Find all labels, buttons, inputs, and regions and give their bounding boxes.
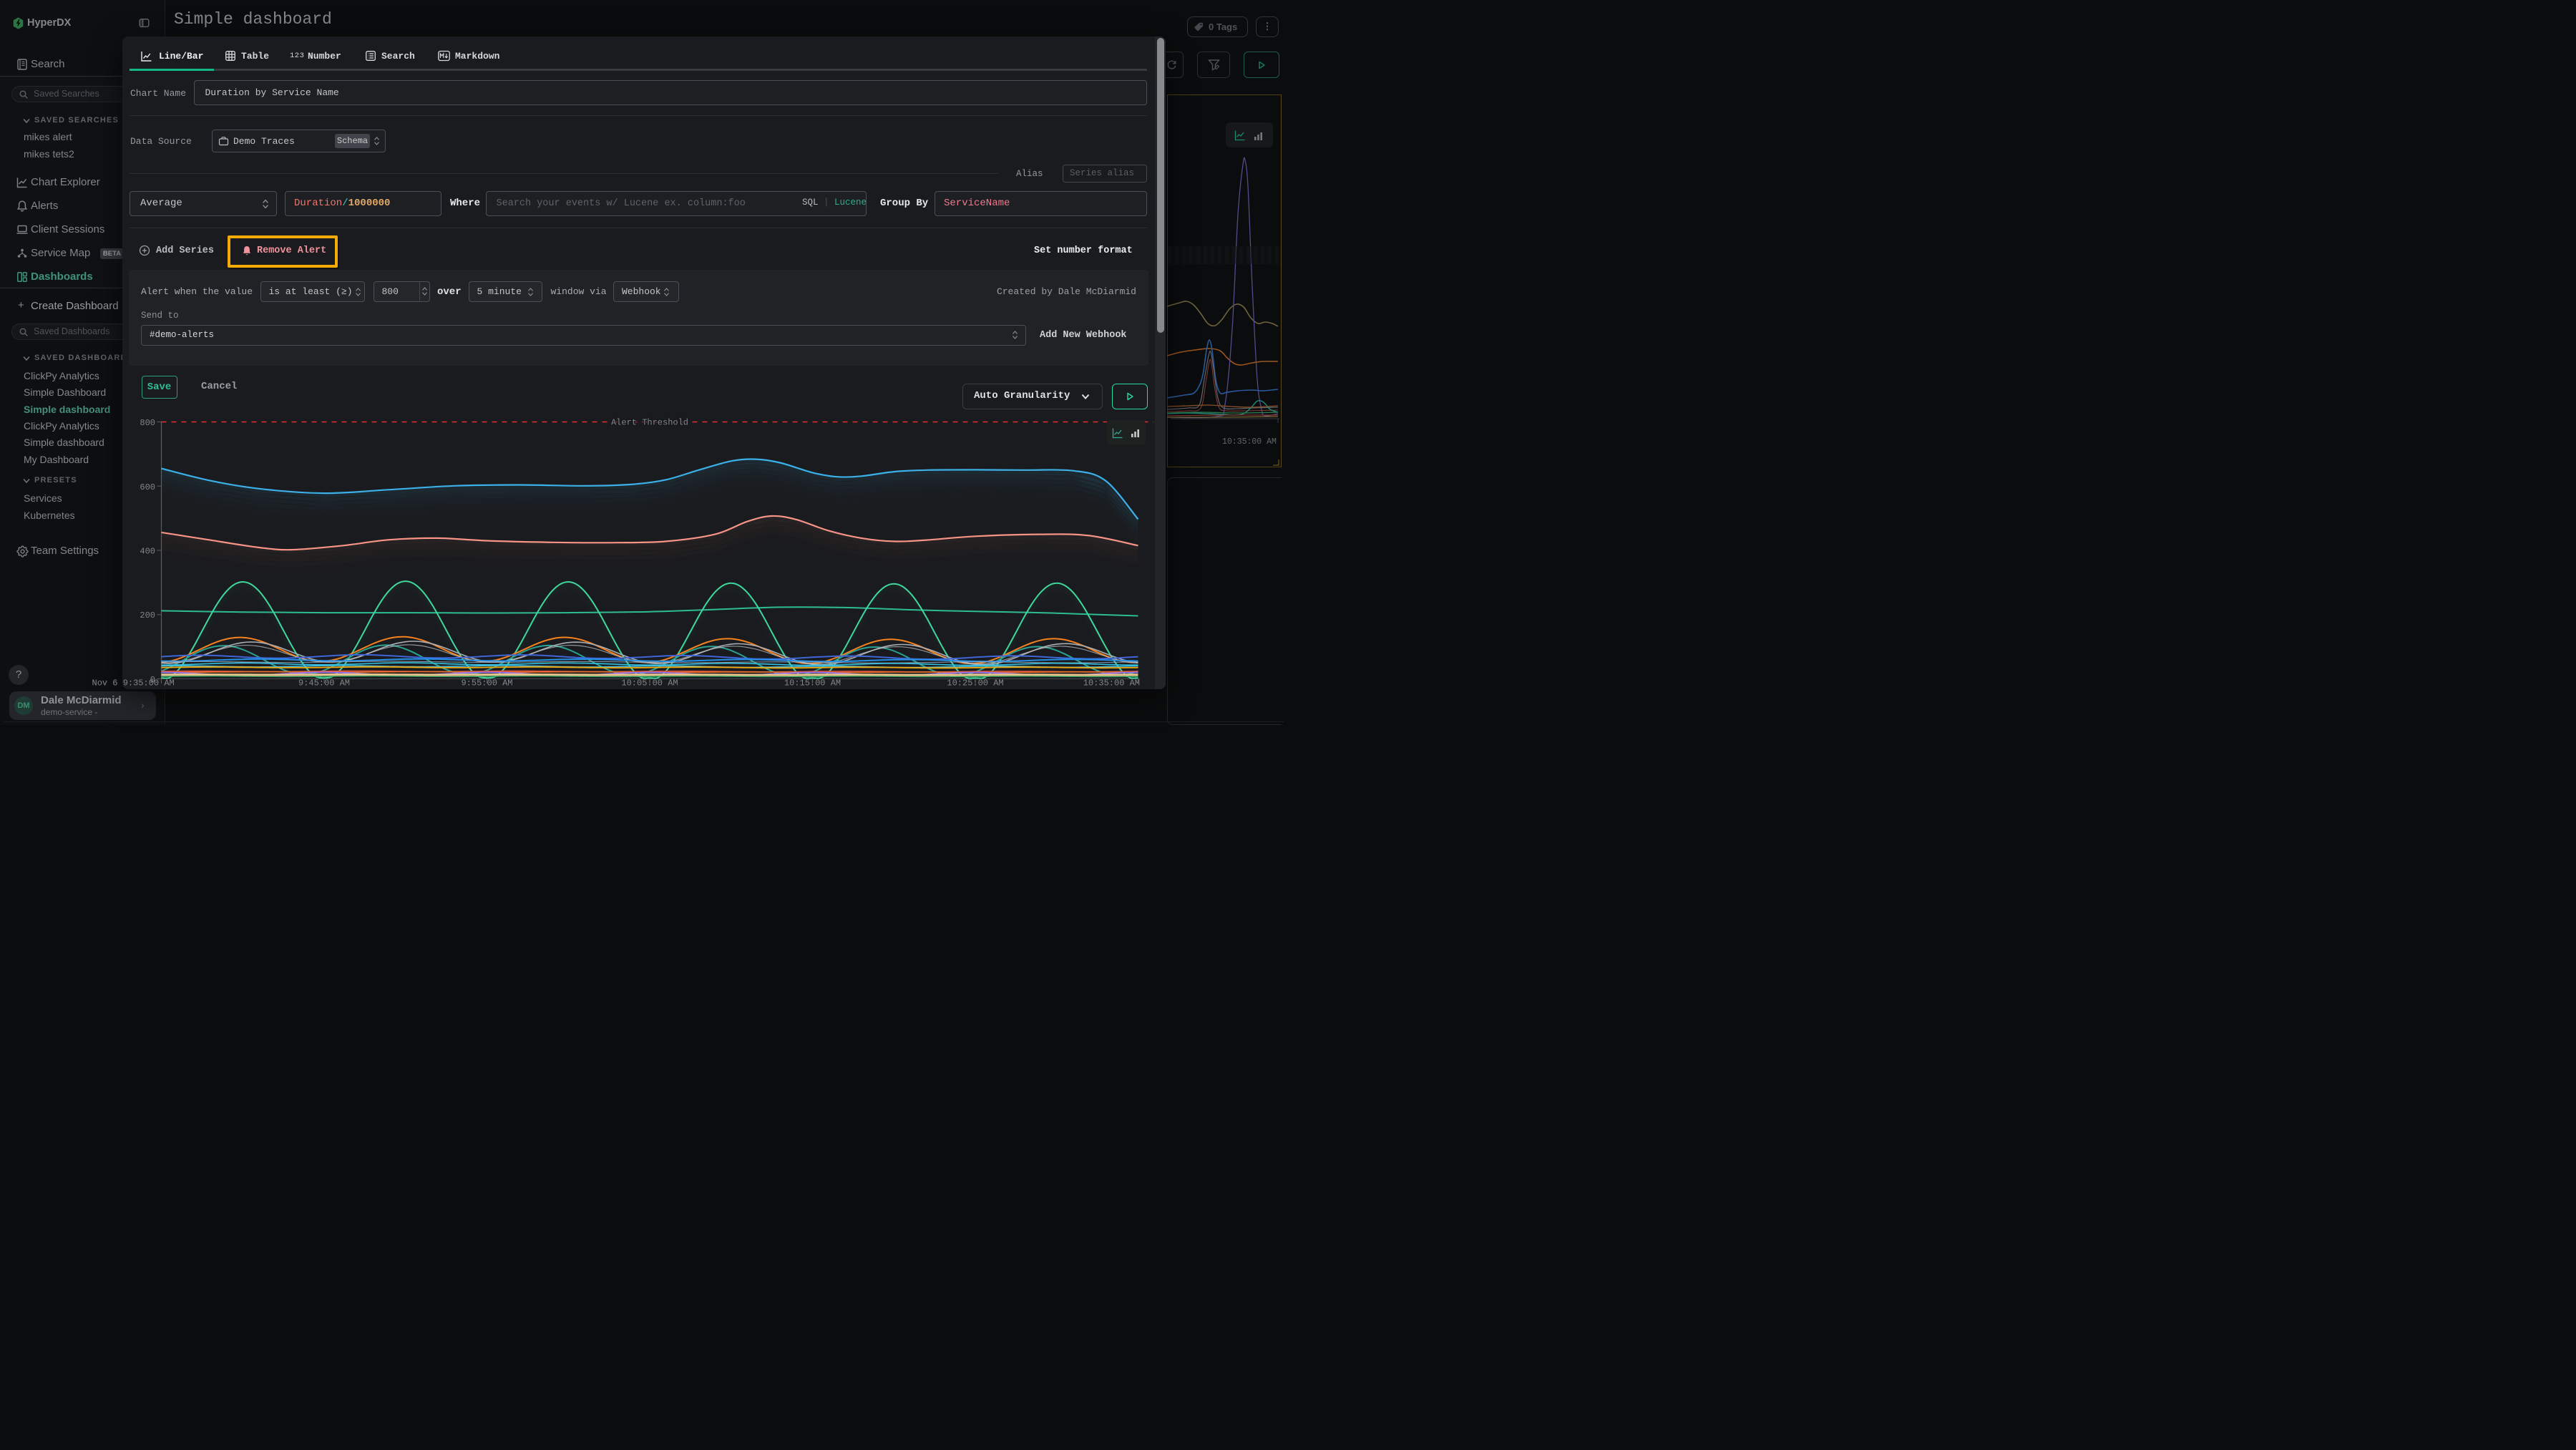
svg-text:Alert Threshold: Alert Threshold — [611, 418, 688, 428]
svg-text:200: 200 — [140, 610, 155, 621]
svg-text:400: 400 — [140, 547, 155, 557]
svg-text:800: 800 — [140, 418, 155, 428]
svg-text:Nov 6 9:35:00 AM: Nov 6 9:35:00 AM — [92, 678, 175, 688]
svg-text:600: 600 — [140, 482, 155, 492]
svg-text:10:35:00 AM: 10:35:00 AM — [1083, 678, 1140, 688]
